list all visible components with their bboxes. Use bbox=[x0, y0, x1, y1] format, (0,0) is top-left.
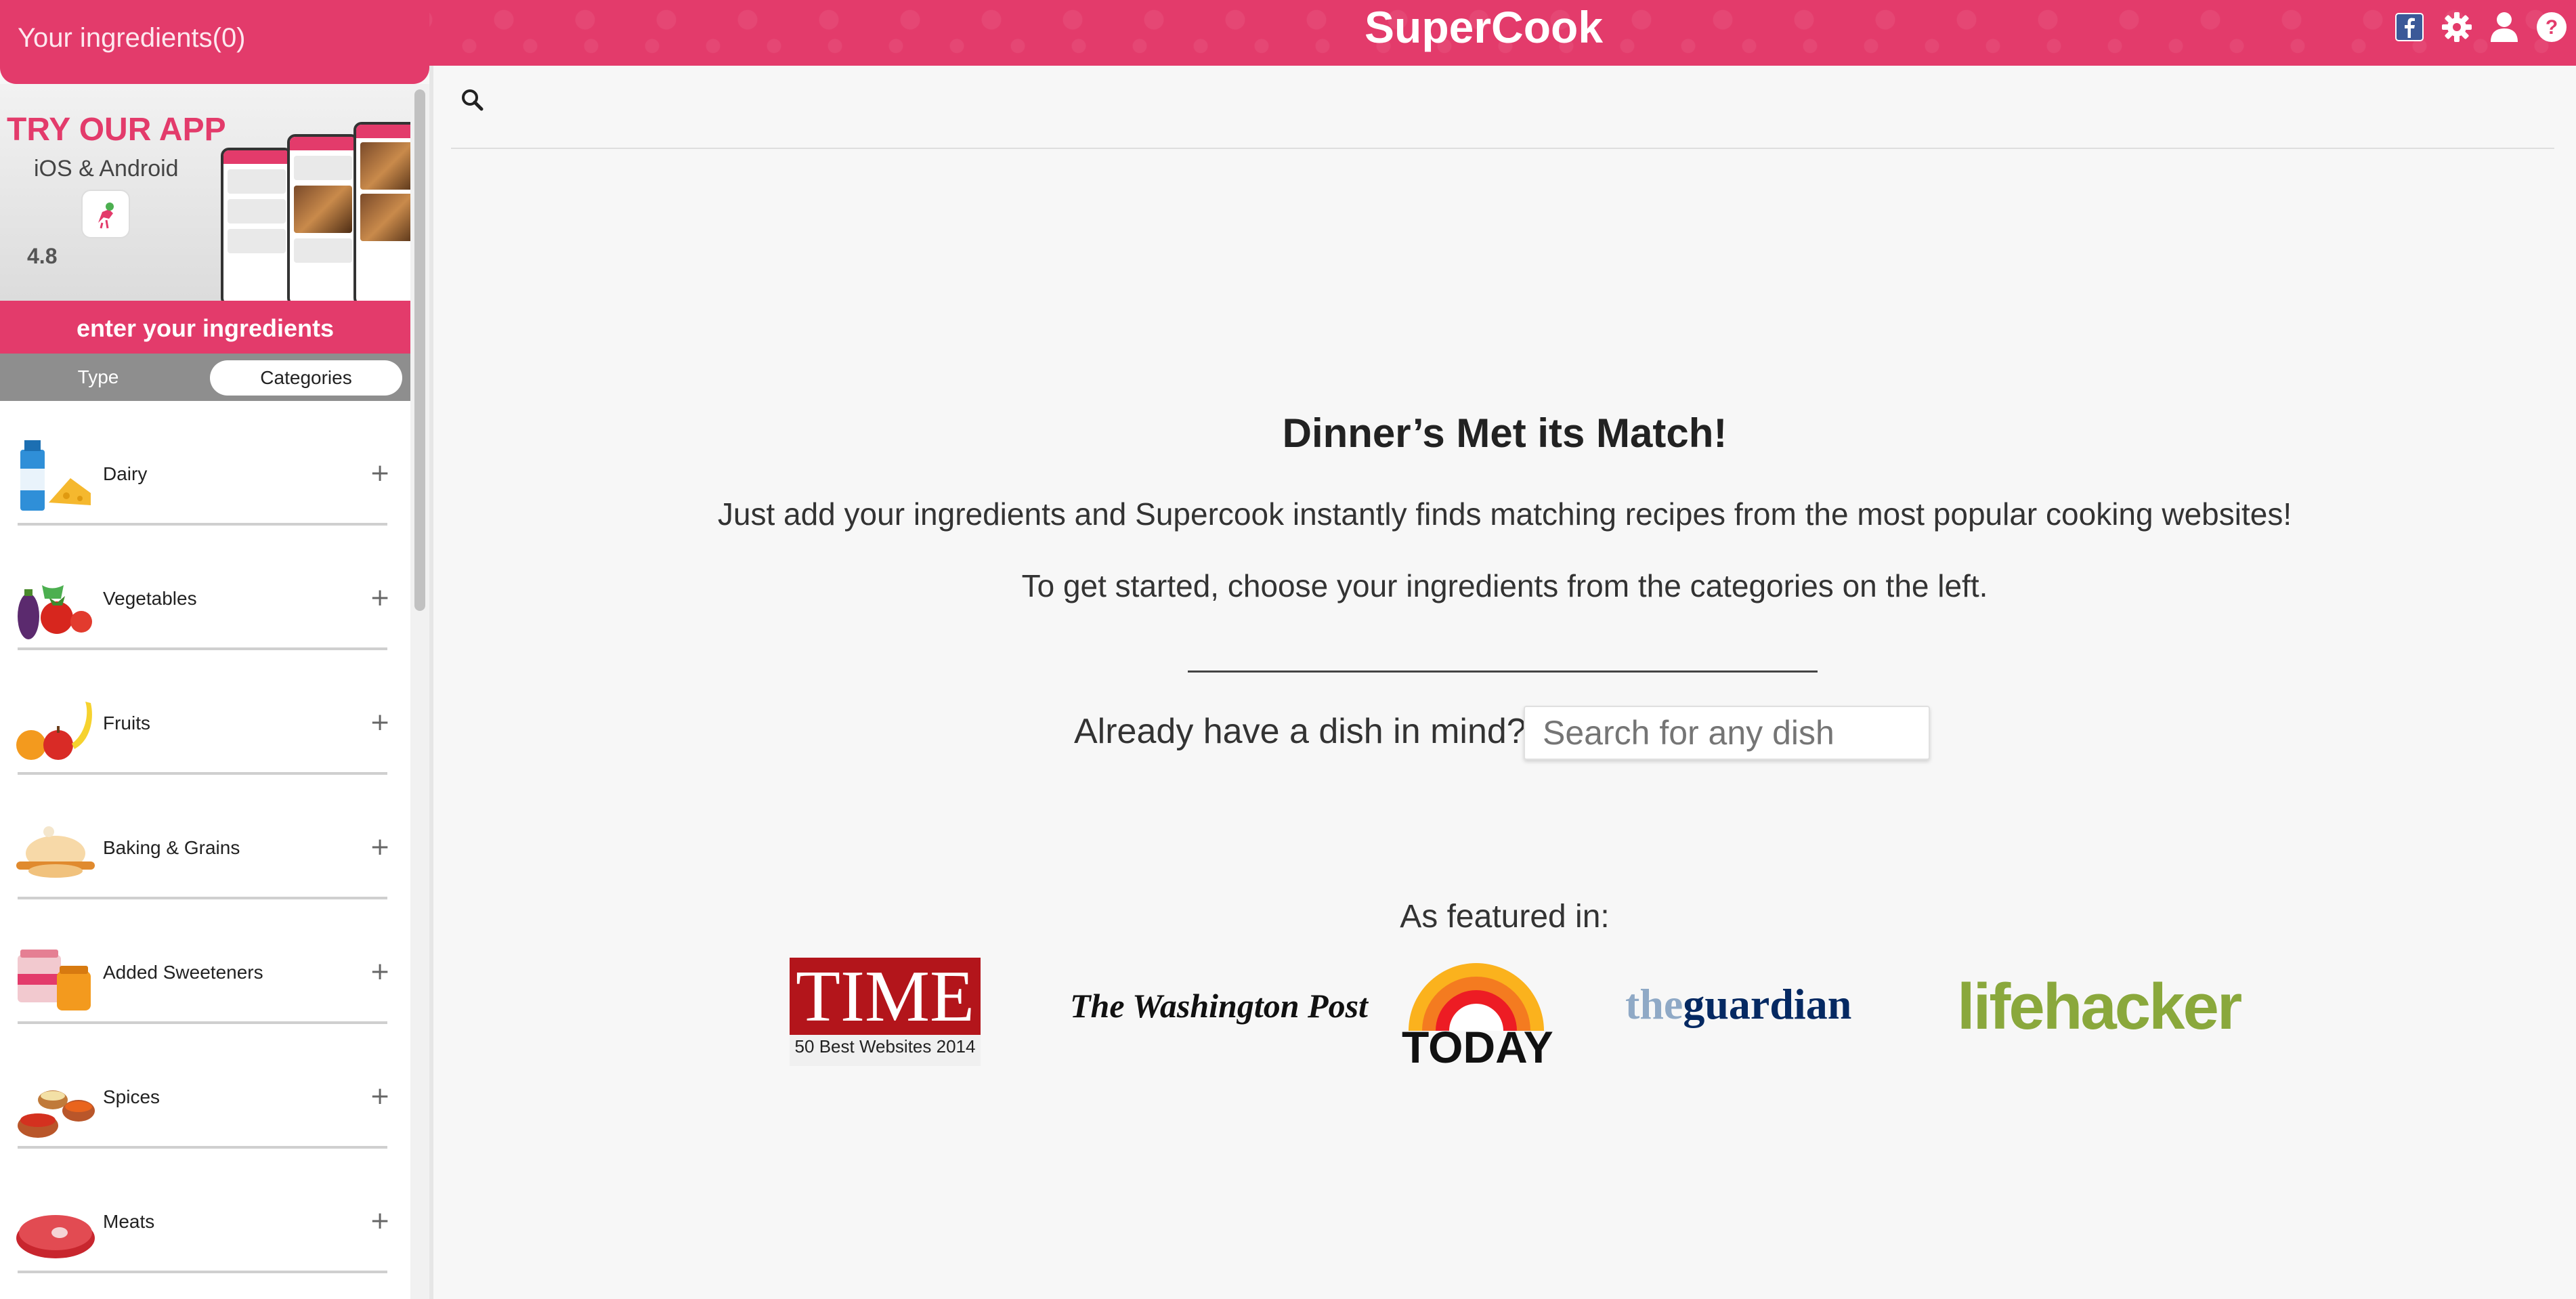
category-label: Fruits bbox=[103, 712, 150, 733]
gear-icon[interactable] bbox=[2441, 11, 2473, 43]
sweeteners-icon bbox=[15, 936, 96, 1017]
baking-grains-icon bbox=[15, 811, 96, 893]
promo-rating: 4.8 bbox=[27, 244, 58, 268]
search-icon[interactable] bbox=[460, 88, 484, 111]
brand-logo[interactable]: SuperCook bbox=[1365, 1, 1603, 53]
sidebar-divider bbox=[429, 66, 433, 1299]
category-spices[interactable]: Spices + bbox=[0, 1024, 410, 1149]
instruction-text: To get started, choose your ingredients … bbox=[1021, 568, 1988, 603]
dish-search-label: Already have a dish in mind? bbox=[1074, 712, 1526, 751]
promo-title: TRY OUR APP bbox=[7, 112, 226, 148]
sidebar: TRY OUR APP iOS & Android 4.8 enter your… bbox=[0, 84, 410, 1299]
app-promo-banner[interactable]: TRY OUR APP iOS & Android 4.8 bbox=[0, 84, 410, 306]
lifehacker-logo: lifehacker bbox=[1957, 971, 2242, 1043]
washington-post-logo: The Washington Post bbox=[1070, 987, 1368, 1025]
meats-icon bbox=[15, 1185, 96, 1266]
ingredients-tab[interactable]: Your ingredients(0) bbox=[0, 0, 429, 84]
category-label: Vegetables bbox=[103, 588, 197, 609]
expand-plus-icon[interactable]: + bbox=[370, 835, 390, 859]
time-logo-text: TIME bbox=[790, 958, 981, 1036]
help-icon[interactable]: ? bbox=[2535, 11, 2568, 43]
phone-mockup bbox=[353, 122, 410, 306]
sidebar-scroll-thumb[interactable] bbox=[414, 89, 425, 611]
top-divider bbox=[451, 148, 2554, 149]
time-logo: TIME 50 Best Websites 2014 bbox=[790, 958, 981, 1066]
facebook-icon[interactable] bbox=[2393, 11, 2426, 43]
phone-mockup bbox=[221, 148, 293, 306]
expand-plus-icon[interactable]: + bbox=[370, 586, 390, 610]
app-icon bbox=[81, 190, 130, 238]
category-label: Baking & Grains bbox=[103, 837, 240, 858]
time-logo-sub: 50 Best Websites 2014 bbox=[794, 1036, 976, 1057]
featured-label: As featured in: bbox=[1400, 899, 1610, 935]
ingredients-title: Your ingredients(0) bbox=[18, 23, 246, 53]
toggle-type[interactable]: Type bbox=[0, 354, 196, 401]
expand-plus-icon[interactable]: + bbox=[370, 461, 390, 486]
divider bbox=[18, 1271, 387, 1273]
intro-text: Just add your ingredients and Supercook … bbox=[717, 496, 2292, 532]
view-toggle: Type Categories bbox=[0, 354, 410, 401]
category-added-sweeteners[interactable]: Added Sweeteners + bbox=[0, 899, 410, 1024]
category-list: Dairy + Vegetables + Fruits + Baking & G… bbox=[0, 401, 410, 1273]
expand-plus-icon[interactable]: + bbox=[370, 1084, 390, 1109]
category-label: Dairy bbox=[103, 463, 148, 484]
category-dairy[interactable]: Dairy + bbox=[0, 401, 410, 526]
svg-text:?: ? bbox=[2546, 16, 2558, 39]
page-title: Dinner’s Met its Match! bbox=[1282, 410, 1727, 456]
enter-ingredients-label: enter your ingredients bbox=[0, 301, 410, 354]
phone-mockup bbox=[287, 134, 359, 306]
vegetables-icon bbox=[15, 562, 96, 643]
header-icons: ? bbox=[2393, 11, 2568, 43]
expand-plus-icon[interactable]: + bbox=[370, 960, 390, 984]
category-vegetables[interactable]: Vegetables + bbox=[0, 526, 410, 650]
category-label: Added Sweeteners bbox=[103, 962, 263, 983]
guardian-logo-name: guardian bbox=[1683, 980, 1852, 1028]
today-logo: TODAY bbox=[1402, 956, 1553, 1073]
category-baking-grains[interactable]: Baking & Grains + bbox=[0, 775, 410, 899]
dairy-icon bbox=[15, 438, 96, 519]
spices-icon bbox=[15, 1061, 96, 1142]
fruits-icon bbox=[15, 687, 96, 768]
dish-search-input[interactable] bbox=[1524, 706, 1930, 760]
category-label: Spices bbox=[103, 1086, 160, 1107]
promo-platforms: iOS & Android bbox=[34, 156, 179, 182]
category-label: Meats bbox=[103, 1211, 155, 1232]
toggle-categories[interactable]: Categories bbox=[210, 360, 402, 396]
today-logo-text: TODAY bbox=[1402, 1022, 1553, 1072]
expand-plus-icon[interactable]: + bbox=[370, 710, 390, 735]
category-meats[interactable]: Meats + bbox=[0, 1149, 410, 1273]
section-divider bbox=[1188, 670, 1818, 673]
user-icon[interactable] bbox=[2488, 11, 2520, 43]
guardian-logo: theguardian bbox=[1625, 979, 1851, 1029]
category-fruits[interactable]: Fruits + bbox=[0, 650, 410, 775]
expand-plus-icon[interactable]: + bbox=[370, 1209, 390, 1233]
guardian-logo-the: the bbox=[1625, 980, 1683, 1028]
